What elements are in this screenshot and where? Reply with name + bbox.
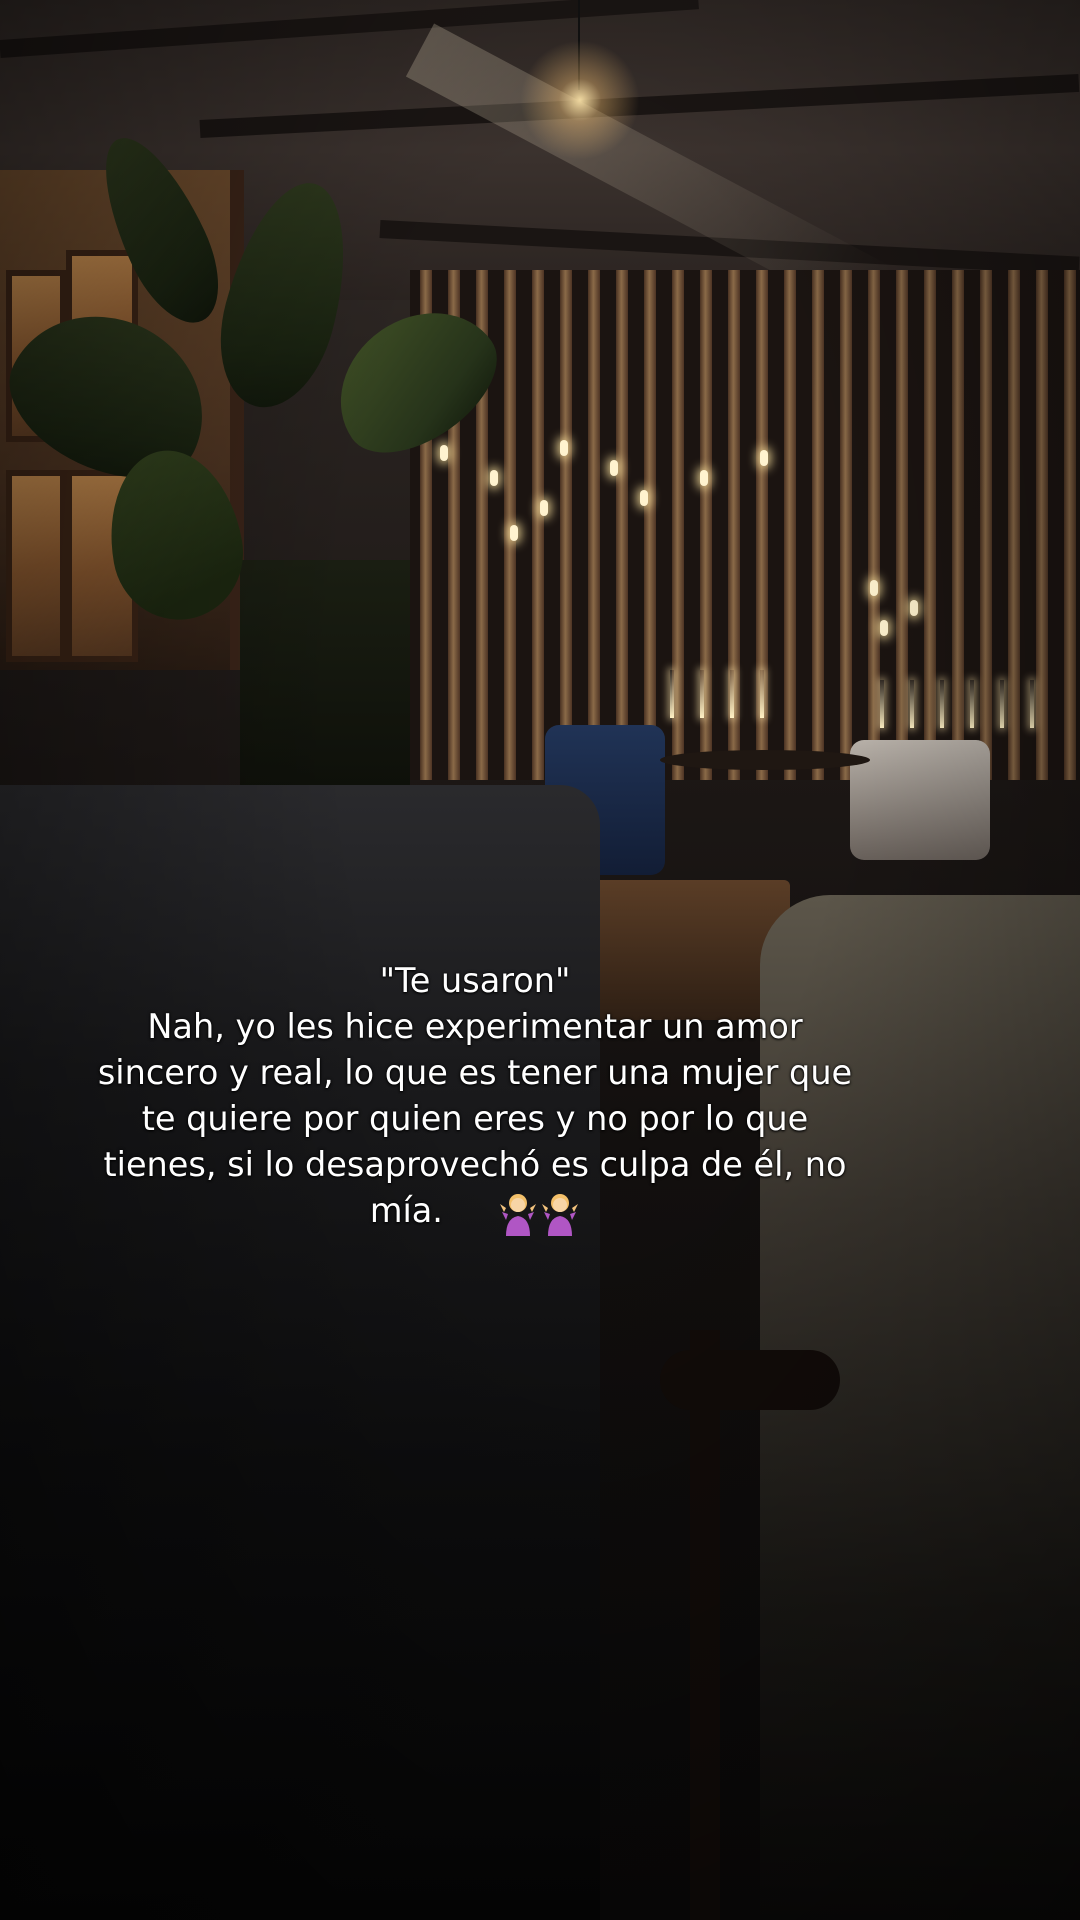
- floor-light: [970, 680, 974, 728]
- caption-line: sincero y real, lo que es tener una muje…: [97, 1053, 853, 1092]
- fairy-light: [610, 460, 618, 476]
- plant-stem: [240, 560, 410, 790]
- person-shrugging-icon: [542, 1193, 579, 1236]
- caption-line: mía.: [369, 1191, 443, 1230]
- background-table: [660, 750, 870, 770]
- floor-light: [670, 670, 674, 718]
- floor-light: [1000, 680, 1004, 728]
- caption-line: tienes, si lo desaprovechó es culpa de é…: [103, 1145, 847, 1184]
- fairy-light: [510, 525, 518, 541]
- person-shrugging-icon: [500, 1193, 537, 1236]
- fairy-light: [880, 620, 888, 636]
- fairy-light: [700, 470, 708, 486]
- fairy-light: [910, 600, 918, 616]
- fairy-light: [640, 490, 648, 506]
- fairy-light: [760, 450, 768, 466]
- background-photo: "Te usaron" Nah, yo les hice experimenta…: [0, 0, 1080, 1920]
- caption-line: te quiere por quien eres y no por lo que: [141, 1099, 809, 1138]
- fairy-light: [540, 500, 548, 516]
- hanging-bulb: [520, 40, 640, 160]
- chair-frame: [660, 1350, 840, 1410]
- floor-light: [880, 680, 884, 728]
- grey-chair-cushion: [850, 740, 990, 860]
- floor-light: [760, 670, 764, 718]
- floor-light: [730, 670, 734, 718]
- fairy-light: [490, 470, 498, 486]
- caption-line: Nah, yo les hice experimentar un amor: [147, 1007, 803, 1046]
- floor-light: [700, 670, 704, 718]
- fairy-light: [560, 440, 568, 456]
- caption-text: "Te usaron" Nah, yo les hice experimenta…: [60, 958, 890, 1236]
- fairy-light: [440, 445, 448, 461]
- floor-light: [940, 680, 944, 728]
- floor-light: [1030, 680, 1034, 728]
- floor-light: [910, 680, 914, 728]
- caption-last-line: mía.: [60, 1188, 890, 1236]
- cabinet-pane: [6, 470, 66, 662]
- chair-frame: [690, 1330, 720, 1920]
- fairy-light: [870, 580, 878, 596]
- foreground-sofa-left: [0, 785, 600, 1920]
- caption-line: "Te usaron": [379, 961, 571, 1000]
